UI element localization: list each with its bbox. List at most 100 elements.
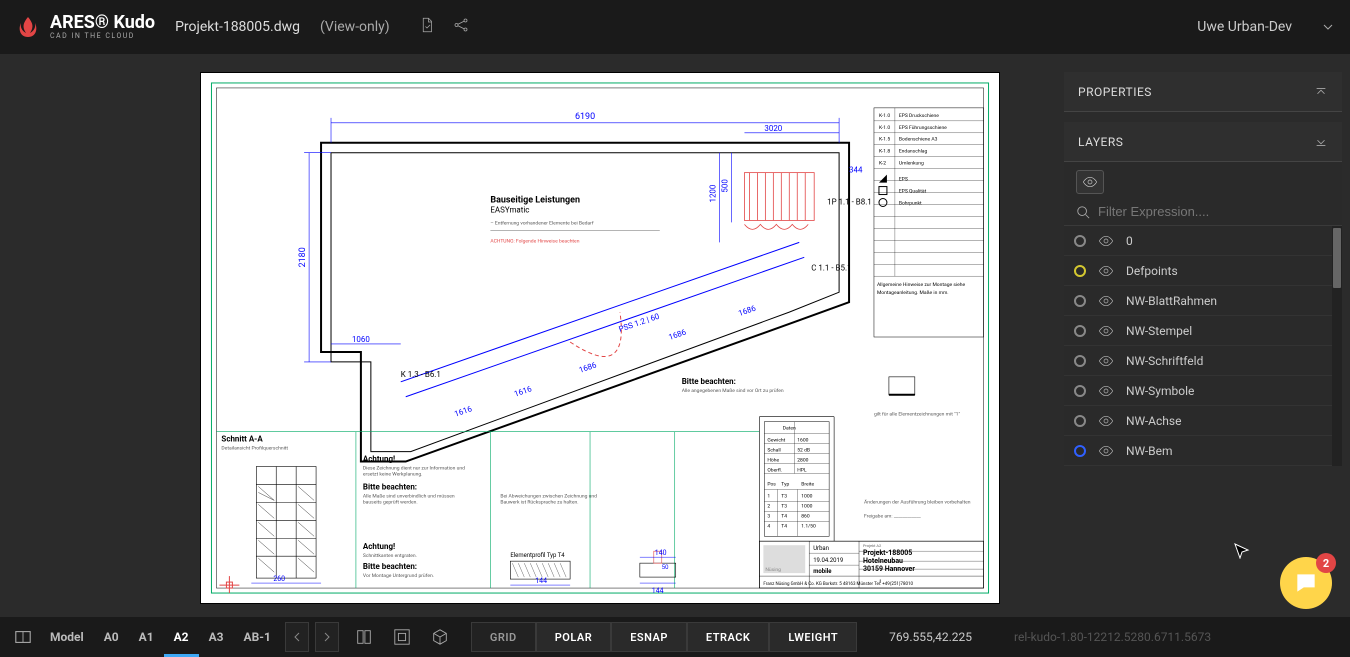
share-icon[interactable] bbox=[452, 16, 470, 38]
svg-text:Schall: Schall bbox=[767, 448, 780, 454]
layer-visibility-icon[interactable] bbox=[1098, 233, 1114, 249]
chat-launcher[interactable]: 2 bbox=[1280, 557, 1332, 609]
layers-title: LAYERS bbox=[1078, 135, 1123, 149]
svg-text:Bitte beachten:: Bitte beachten: bbox=[682, 377, 736, 386]
svg-text:144: 144 bbox=[652, 587, 664, 595]
brand-logo: ARES® Kudo CAD IN THE CLOUD bbox=[16, 13, 155, 40]
drawing-sheet: 6190 3020 344 2180 1200 500 1060 bbox=[200, 72, 1000, 604]
layer-row[interactable]: NW-BlattRahmen bbox=[1064, 286, 1342, 316]
layer-color-swatch bbox=[1074, 235, 1086, 247]
layer-filter bbox=[1064, 198, 1342, 226]
layer-name: Defpoints bbox=[1126, 264, 1178, 278]
svg-text:HPL: HPL bbox=[797, 467, 807, 473]
svg-text:K 1.3 - B6.1: K 1.3 - B6.1 bbox=[401, 370, 441, 379]
properties-panel-header[interactable]: PROPERTIES bbox=[1064, 72, 1342, 112]
svg-text:1.1/50: 1.1/50 bbox=[801, 523, 816, 529]
layer-name: NW-Symbole bbox=[1126, 384, 1194, 398]
layer-scrollbar[interactable] bbox=[1332, 226, 1342, 466]
svg-text:1616: 1616 bbox=[453, 404, 473, 419]
layout-grid-icon[interactable] bbox=[8, 622, 38, 652]
svg-text:EPS Führungsschiene: EPS Führungsschiene bbox=[899, 125, 947, 131]
svg-text:Bitte beachten:: Bitte beachten: bbox=[363, 562, 417, 571]
layout-tab-a1[interactable]: A1 bbox=[129, 617, 164, 657]
layer-visibility-icon[interactable] bbox=[1098, 293, 1114, 309]
svg-text:Schnitt A-A: Schnitt A-A bbox=[221, 435, 263, 444]
layer-color-swatch bbox=[1074, 295, 1086, 307]
layer-color-swatch bbox=[1074, 445, 1086, 457]
svg-text:C 1.1 - B5.1: C 1.1 - B5.1 bbox=[811, 263, 851, 272]
layout-tab-a0[interactable]: A0 bbox=[94, 617, 129, 657]
layer-visibility-toggle[interactable] bbox=[1076, 170, 1104, 194]
edit-doc-icon[interactable] bbox=[418, 16, 436, 38]
svg-text:Gewicht: Gewicht bbox=[767, 438, 785, 444]
status-bar: ModelA0A1A2A3AB-1 GRIDPOLARESNAPETRACKLW… bbox=[0, 617, 1350, 657]
svg-text:140: 140 bbox=[655, 549, 667, 557]
svg-text:EPS: EPS bbox=[899, 177, 908, 183]
model-space-icon[interactable] bbox=[425, 622, 455, 652]
svg-text:Freigabe am: ____________: Freigabe am: ____________ bbox=[864, 513, 921, 519]
snap-toggle-polar[interactable]: POLAR bbox=[536, 622, 612, 652]
layout-tab-a3[interactable]: A3 bbox=[199, 617, 234, 657]
svg-text:Daten: Daten bbox=[783, 426, 796, 432]
svg-text:Diese Zeichnung dient nur zur: Diese Zeichnung dient nur zur Informatio… bbox=[363, 465, 465, 472]
svg-text:1: 1 bbox=[767, 493, 770, 499]
layer-visibility-icon[interactable] bbox=[1098, 443, 1114, 459]
svg-text:T4: T4 bbox=[781, 523, 787, 529]
svg-text:Änderungen der Ausführung blei: Änderungen der Ausführung bleiben vorbeh… bbox=[864, 498, 971, 505]
viewport-icon[interactable] bbox=[387, 622, 417, 652]
svg-text:2: 2 bbox=[767, 503, 770, 509]
svg-text:Bauwerk ist Rücksprache zu hal: Bauwerk ist Rücksprache zu halten. bbox=[500, 499, 578, 505]
snap-toggle-etrack[interactable]: ETRACK bbox=[687, 622, 769, 652]
layers-panel-header[interactable]: LAYERS bbox=[1064, 122, 1342, 162]
svg-text:3020: 3020 bbox=[764, 124, 782, 133]
collapse-icon bbox=[1314, 85, 1328, 99]
layer-row[interactable]: NW-Bem bbox=[1064, 436, 1342, 466]
paper-space-icon[interactable] bbox=[349, 622, 379, 652]
user-menu[interactable]: Uwe Urban-Dev bbox=[1197, 19, 1334, 35]
svg-text:Elementprofil Typ T4: Elementprofil Typ T4 bbox=[510, 552, 565, 559]
user-name: Uwe Urban-Dev bbox=[1197, 19, 1292, 35]
layer-row[interactable]: 0 bbox=[1064, 226, 1342, 256]
layout-tab-a2[interactable]: A2 bbox=[164, 617, 199, 657]
svg-text:Alle angegebenen Maße sind vor: Alle angegebenen Maße sind vor Ort zu pr… bbox=[682, 387, 784, 394]
layer-visibility-icon[interactable] bbox=[1098, 323, 1114, 339]
svg-text:gilt für alle Elementzeichnung: gilt für alle Elementzeichnungen mit "1" bbox=[874, 411, 961, 418]
svg-text:Hotelneubau: Hotelneubau bbox=[863, 557, 903, 565]
snap-toggle-lweight[interactable]: LWEIGHT bbox=[769, 622, 857, 652]
layer-row[interactable]: NW-Stempel bbox=[1064, 316, 1342, 346]
snap-toggle-grid[interactable]: GRID bbox=[471, 622, 536, 652]
layer-visibility-icon[interactable] bbox=[1098, 383, 1114, 399]
search-icon bbox=[1076, 205, 1090, 219]
layer-row[interactable]: NW-Symbole bbox=[1064, 376, 1342, 406]
layer-name: NW-BlattRahmen bbox=[1126, 294, 1217, 308]
layout-tab-ab-1[interactable]: AB-1 bbox=[234, 617, 281, 657]
app-header: ARES® Kudo CAD IN THE CLOUD Projekt-1880… bbox=[0, 0, 1350, 54]
snap-toggle-esnap[interactable]: ESNAP bbox=[611, 622, 687, 652]
svg-text:1000: 1000 bbox=[801, 503, 812, 509]
layer-color-swatch bbox=[1074, 325, 1086, 337]
svg-text:860: 860 bbox=[801, 513, 810, 519]
layer-filter-input[interactable] bbox=[1098, 204, 1330, 219]
layer-color-swatch bbox=[1074, 415, 1086, 427]
brand-name: ARES® Kudo bbox=[50, 13, 155, 33]
tab-next[interactable] bbox=[315, 622, 339, 652]
layer-list: 0 Defpoints NW-BlattRahmen NW-Stempel NW… bbox=[1064, 226, 1342, 466]
chat-icon bbox=[1293, 570, 1319, 596]
layer-visibility-icon[interactable] bbox=[1098, 353, 1114, 369]
layer-visibility-icon[interactable] bbox=[1098, 263, 1114, 279]
svg-text:1P 1.1 - B8.1: 1P 1.1 - B8.1 bbox=[827, 198, 872, 207]
svg-text:Montageanleitung. Maße in mm.: Montageanleitung. Maße in mm. bbox=[877, 290, 949, 296]
layer-row[interactable]: Defpoints bbox=[1064, 256, 1342, 286]
layer-row[interactable]: NW-Schriftfeld bbox=[1064, 346, 1342, 376]
right-panels: PROPERTIES LAYERS 0 Defpoints NW-BlattRa… bbox=[1064, 72, 1342, 466]
svg-text:– Entfernung vorhandener Eleme: – Entfernung vorhandener Elemente bei Be… bbox=[490, 219, 593, 226]
tab-prev[interactable] bbox=[285, 622, 309, 652]
svg-text:K-1.0: K-1.0 bbox=[879, 113, 890, 119]
svg-text:Umlenkung: Umlenkung bbox=[899, 161, 924, 167]
layer-row[interactable]: NW-Achse bbox=[1064, 406, 1342, 436]
layer-visibility-icon[interactable] bbox=[1098, 413, 1114, 429]
svg-text:4: 4 bbox=[767, 523, 770, 529]
svg-text:Detailansicht Profilquerschnit: Detailansicht Profilquerschnitt bbox=[221, 445, 288, 452]
svg-text:Bodenschiene A3: Bodenschiene A3 bbox=[899, 137, 938, 143]
layout-tab-model[interactable]: Model bbox=[40, 617, 94, 657]
